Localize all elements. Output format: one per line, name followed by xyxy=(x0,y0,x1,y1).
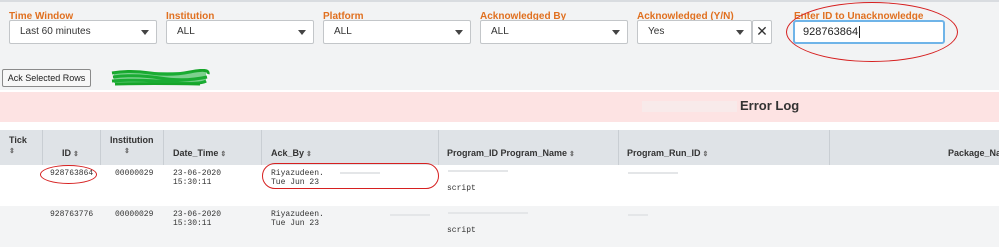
cell-date: 23-06-2020 xyxy=(173,210,222,219)
chevron-down-icon xyxy=(141,30,149,35)
ack-selected-rows-button[interactable]: Ack Selected Rows xyxy=(2,69,91,87)
sort-icon: ⇕ xyxy=(73,151,79,158)
time-window-select[interactable]: Last 60 minutes xyxy=(9,20,157,44)
cell-ack-date: Tue Jun 23 xyxy=(271,178,320,187)
col-ack-by-header[interactable]: Ack_By ⇕ xyxy=(271,148,312,158)
sort-icon: ⇕ xyxy=(9,148,15,155)
cell-ack-name: Riyazudeen. xyxy=(271,210,324,219)
panel-title: Error Log xyxy=(740,98,800,113)
text-cursor xyxy=(859,26,861,38)
clear-selection-button[interactable]: ✕ xyxy=(752,20,772,44)
redacted-text xyxy=(628,172,678,174)
sort-icon: ⇕ xyxy=(306,151,312,158)
acknowledged-yn-select[interactable]: Yes xyxy=(637,20,752,44)
column-divider xyxy=(261,130,262,165)
unacknowledge-id-input[interactable]: 928763864 xyxy=(793,20,945,44)
cell-ack-date: Tue Jun 23 xyxy=(271,219,320,228)
redacted-text xyxy=(628,214,648,216)
sort-icon: ⇕ xyxy=(702,151,709,158)
col-institution-header[interactable]: Institution ⇕ xyxy=(110,135,154,155)
column-divider xyxy=(438,130,439,165)
cell-date: 23-06-2020 xyxy=(173,169,222,178)
chevron-down-icon xyxy=(455,30,463,35)
filter-bar: Time Window Last 60 minutes Institution … xyxy=(0,0,999,66)
column-divider xyxy=(618,130,619,165)
redacted-text xyxy=(448,212,528,214)
sort-icon: ⇕ xyxy=(220,151,227,158)
platform-select[interactable]: ALL xyxy=(323,20,471,44)
sort-icon: ⇕ xyxy=(569,151,575,158)
cell-id: 928763776 xyxy=(50,210,94,219)
cell-program-name: script xyxy=(447,226,476,235)
col-tick-header[interactable]: Tick ⇕ xyxy=(9,135,27,155)
acknowledged-yn-value: Yes xyxy=(648,26,665,37)
panel-header: Error Log xyxy=(0,92,999,122)
cell-ack-name: Riyazudeen. xyxy=(271,169,324,178)
redacted-text xyxy=(390,214,430,216)
col-package-name-header[interactable]: Package_Na xyxy=(948,148,999,158)
col-date-time-header[interactable]: Date_Time ⇕ xyxy=(173,148,226,158)
sort-icon: ⇕ xyxy=(124,148,130,155)
redacted-text xyxy=(448,170,508,172)
redacted-text xyxy=(340,172,380,174)
acknowledged-by-select[interactable]: ALL xyxy=(480,20,628,44)
unacknowledge-id-value: 928763864 xyxy=(803,26,859,38)
redacted-scribble xyxy=(111,69,210,86)
col-id-header[interactable]: ID ⇕ xyxy=(62,148,79,158)
institution-value: ALL xyxy=(177,26,195,37)
chevron-down-icon xyxy=(736,30,744,35)
close-icon: ✕ xyxy=(756,23,768,39)
col-program-run-id-header[interactable]: Program_Run_ID ⇕ xyxy=(627,148,708,158)
acknowledged-by-value: ALL xyxy=(491,26,509,37)
time-window-value: Last 60 minutes xyxy=(20,26,91,37)
chevron-down-icon xyxy=(298,30,306,35)
cell-time: 15:30:11 xyxy=(173,178,212,187)
column-divider xyxy=(829,130,830,165)
cell-time: 15:30:11 xyxy=(173,219,212,228)
column-divider xyxy=(100,130,101,165)
platform-value: ALL xyxy=(334,26,352,37)
column-divider xyxy=(42,130,43,165)
col-program-header[interactable]: Program_ID Program_Name ⇕ xyxy=(447,148,575,158)
cell-institution: 00000029 xyxy=(115,210,154,219)
cell-program-name: script xyxy=(447,184,476,193)
chevron-down-icon xyxy=(612,30,620,35)
cell-id: 928763864 xyxy=(50,169,94,178)
column-divider xyxy=(163,130,164,165)
institution-select[interactable]: ALL xyxy=(166,20,314,44)
redacted-text xyxy=(642,101,737,112)
cell-institution: 00000029 xyxy=(115,169,154,178)
